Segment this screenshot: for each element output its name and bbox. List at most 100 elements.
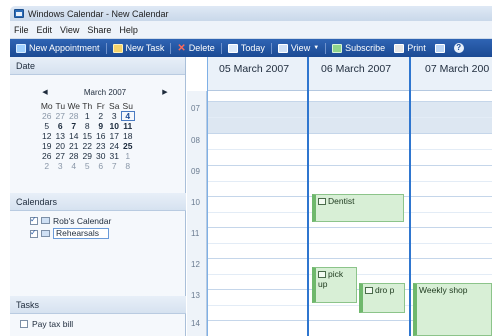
task-item[interactable]: Pay tax bill [20,319,73,329]
mini-calendar-day[interactable]: 8 [121,161,135,171]
appointment[interactable]: dro p [359,283,405,313]
mini-calendar-day[interactable]: 10 [108,121,122,131]
mini-calendar-day[interactable]: 25 [121,141,135,151]
mini-calendar-day[interactable]: 1 [81,111,95,121]
mini-calendar-day[interactable]: 5 [81,161,95,171]
mini-calendar-day[interactable]: 22 [81,141,95,151]
appointment[interactable]: pick up [312,267,357,303]
hour-label: 13 [191,291,200,300]
calendar-item[interactable]: Rob's Calendar [30,214,111,227]
contacts-button[interactable] [432,40,448,56]
mini-calendar-day[interactable]: 17 [108,131,122,141]
tasks-pane-header: Tasks [10,296,186,314]
mini-calendar-day[interactable]: 12 [40,131,54,141]
hour-line [207,165,492,166]
hour-line [207,227,492,228]
appointment-title: Weekly shop [419,285,468,295]
calendar-day-view: 05 March 2007 06 March 2007 07 March 200… [187,57,492,336]
mini-calendar-day[interactable]: 5 [40,121,54,131]
toolbar-separator [170,42,172,54]
mini-calendar-day[interactable]: 27 [54,111,68,121]
calendars-pane-header: Calendars [10,193,186,211]
task-checkbox[interactable] [20,320,28,328]
mini-calendar-day[interactable]: 8 [81,121,95,131]
day-header-label[interactable]: 07 March 200 [425,63,489,75]
mini-calendar-day[interactable]: 9 [94,121,108,131]
appointment[interactable]: Dentist [312,194,404,222]
mini-calendar-day[interactable]: 26 [40,151,54,161]
day-header-label[interactable]: 05 March 2007 [219,63,289,75]
weekday-label: Fr [96,101,105,111]
mini-calendar-day[interactable]: 3 [108,111,122,121]
mini-calendar-day[interactable]: 21 [67,141,81,151]
calendar-app-icon [14,9,24,18]
delete-button[interactable]: ✕ Delete [174,40,217,56]
menu-share[interactable]: Share [87,25,111,35]
appointment-icon [318,198,326,205]
menu-view[interactable]: View [60,25,79,35]
day-header-label[interactable]: 06 March 2007 [321,63,391,75]
today-button[interactable]: Today [225,40,268,56]
new-task-button[interactable]: New Task [110,40,168,56]
calendar-item[interactable]: Rehearsals [30,227,111,240]
mini-calendar-day[interactable]: 7 [67,121,81,131]
mini-calendar-day[interactable]: 2 [94,111,108,121]
mini-calendar-day[interactable]: 18 [121,131,135,141]
calendar-color-icon [41,217,50,224]
calendar-item-label: Rob's Calendar [53,215,112,226]
mini-calendar-day[interactable]: 4 [67,161,81,171]
help-button[interactable]: ? [451,40,467,56]
menu-file[interactable]: File [14,25,29,35]
mini-calendar-grid: Mo Tu We Th Fr Sa Su 26 27 28 1 2 3 4 5 … [40,101,170,171]
mini-calendar-day[interactable]: 1 [121,151,135,161]
calendar-name-input[interactable]: Rehearsals [53,228,109,239]
calendars-list: Rob's Calendar Rehearsals [30,214,111,240]
view-button[interactable]: View ▼ [275,40,322,56]
subscribe-icon [332,43,343,53]
title-bar: Windows Calendar - New Calendar [10,6,492,21]
mini-calendar-day[interactable]: 26 [40,111,54,121]
weekday-label: Th [82,101,93,111]
mini-calendar-day[interactable]: 14 [67,131,81,141]
mini-calendar-day[interactable]: 2 [40,161,54,171]
new-appointment-button[interactable]: New Appointment [13,40,103,56]
mini-calendar-day[interactable]: 30 [94,151,108,161]
print-button[interactable]: Print [391,40,429,56]
mini-calendar-day-today[interactable]: 4 [121,111,135,121]
toolbar-separator [220,42,222,54]
selected-day-left-border [307,57,309,336]
previous-month-icon[interactable]: ◀ [40,88,50,96]
mini-calendar-day[interactable]: 20 [54,141,68,151]
weekday-label: We [67,101,81,111]
menu-edit[interactable]: Edit [37,25,53,35]
mini-calendar-day[interactable]: 28 [67,111,81,121]
mini-calendar-day[interactable]: 7 [108,161,122,171]
hour-label: 14 [191,319,200,328]
mini-calendar-day[interactable]: 29 [81,151,95,161]
mini-calendar-day[interactable]: 6 [54,121,68,131]
mini-calendar-day[interactable]: 28 [67,151,81,161]
mini-calendar-day[interactable]: 6 [94,161,108,171]
calendar-checkbox[interactable] [30,215,38,225]
mini-calendar: ◀ March 2007 ▶ Mo Tu We Th Fr Sa Su 26 2… [40,85,170,172]
menu-bar: File Edit View Share Help [10,21,492,39]
mini-calendar-day[interactable]: 23 [94,141,108,151]
menu-help[interactable]: Help [119,25,138,35]
appointment[interactable]: Weekly shop [413,283,492,336]
appointment-title: dro p [375,285,395,295]
mini-calendar-day[interactable]: 11 [121,121,135,131]
mini-calendar-day[interactable]: 24 [108,141,122,151]
mini-calendar-day[interactable]: 15 [81,131,95,141]
mini-calendar-day[interactable]: 3 [54,161,68,171]
appointment-icon [365,287,373,294]
mini-calendar-day[interactable]: 19 [40,141,54,151]
next-month-icon[interactable]: ▶ [160,88,170,96]
mini-calendar-day[interactable]: 31 [108,151,122,161]
mini-calendar-day[interactable]: 16 [94,131,108,141]
mini-calendar-day[interactable]: 27 [54,151,68,161]
navigation-pane: Date ◀ March 2007 ▶ Mo Tu We Th Fr Sa Su… [10,57,186,336]
calendar-checkbox[interactable] [30,228,38,238]
mini-calendar-day[interactable]: 13 [54,131,68,141]
weekday-label: Su [122,101,133,111]
subscribe-button[interactable]: Subscribe [329,40,388,56]
